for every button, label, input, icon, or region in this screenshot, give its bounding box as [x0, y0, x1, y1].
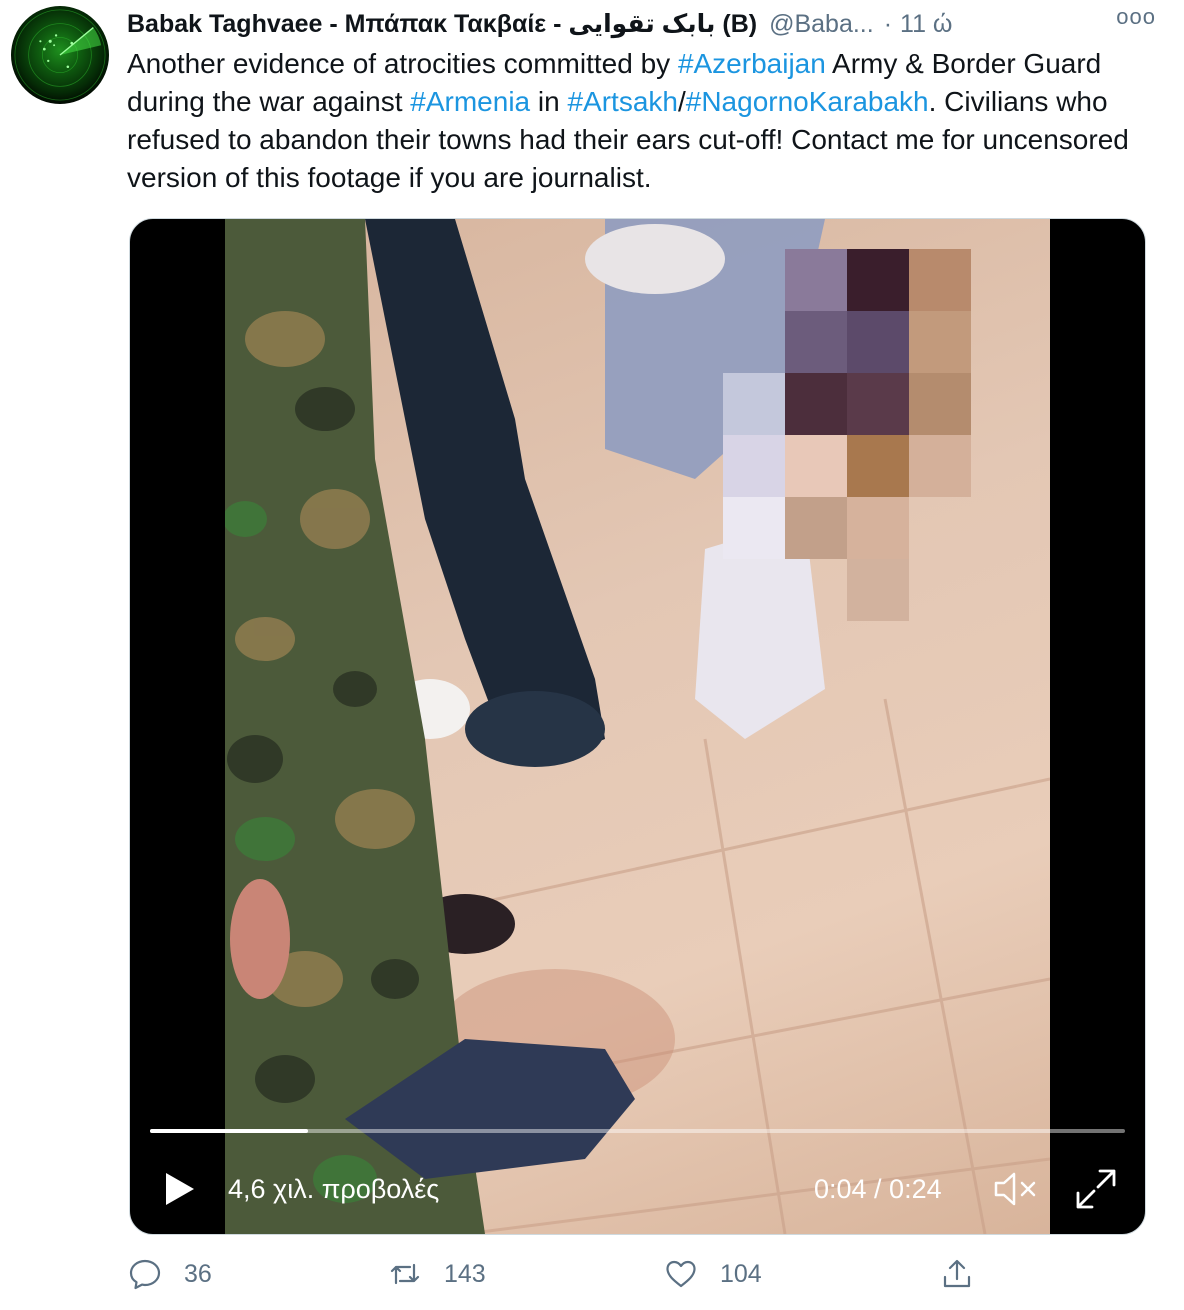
avatar[interactable] [11, 6, 109, 104]
separator: · [883, 10, 893, 38]
progress-fill [150, 1129, 308, 1133]
share-button[interactable] [940, 1252, 974, 1296]
fullscreen-icon[interactable] [1074, 1167, 1118, 1211]
like-count: 104 [720, 1259, 762, 1288]
mute-icon[interactable] [992, 1169, 1040, 1209]
user-handle[interactable]: @Baba... [769, 6, 874, 42]
more-icon[interactable]: ooo [1116, 4, 1156, 30]
reply-button[interactable]: 36 [128, 1252, 212, 1296]
like-icon [664, 1257, 698, 1291]
video-player[interactable]: 4,6 χιλ. προβολές 0:04 / 0:24 [129, 218, 1146, 1235]
video-frame[interactable] [225, 219, 1050, 1234]
retweet-count: 143 [444, 1259, 486, 1288]
tweet-actions: 36 143 104 [128, 1252, 1028, 1296]
tweet-header: Babak Taghvaee - Μπάπακ Τακβαίε - بابک ت… [127, 6, 1177, 42]
retweet-button[interactable]: 143 [388, 1252, 486, 1296]
hashtag-nagornokarabakh[interactable]: #NagornoKarabakh [686, 86, 929, 117]
display-name[interactable]: Babak Taghvaee - Μπάπακ Τακβαίε - بابک ت… [127, 6, 757, 42]
text-segment: Another evidence of atrocities committed… [127, 48, 678, 79]
video-still [225, 219, 1050, 1234]
text-segment: in [530, 86, 568, 117]
hashtag-artsakh[interactable]: #Artsakh [567, 86, 678, 117]
hashtag-armenia[interactable]: #Armenia [410, 86, 530, 117]
hashtag-azerbaijan[interactable]: #Azerbaijan [678, 48, 826, 79]
reply-icon [128, 1257, 162, 1291]
tweet-text: Another evidence of atrocities committed… [127, 45, 1157, 197]
progress-bar[interactable] [150, 1129, 1125, 1133]
timestamp[interactable]: 11 ώ [900, 6, 952, 42]
view-count: 4,6 χιλ. προβολές [228, 1174, 440, 1204]
text-segment: / [677, 86, 686, 117]
like-button[interactable]: 104 [664, 1252, 762, 1296]
radar-icon [14, 9, 106, 101]
video-controls: 4,6 χιλ. προβολές 0:04 / 0:24 [130, 1159, 1145, 1219]
reply-count: 36 [184, 1259, 212, 1288]
play-icon[interactable] [158, 1169, 198, 1209]
retweet-icon [388, 1257, 422, 1291]
timecode: 0:04 / 0:24 [814, 1174, 942, 1204]
share-icon [940, 1257, 974, 1291]
